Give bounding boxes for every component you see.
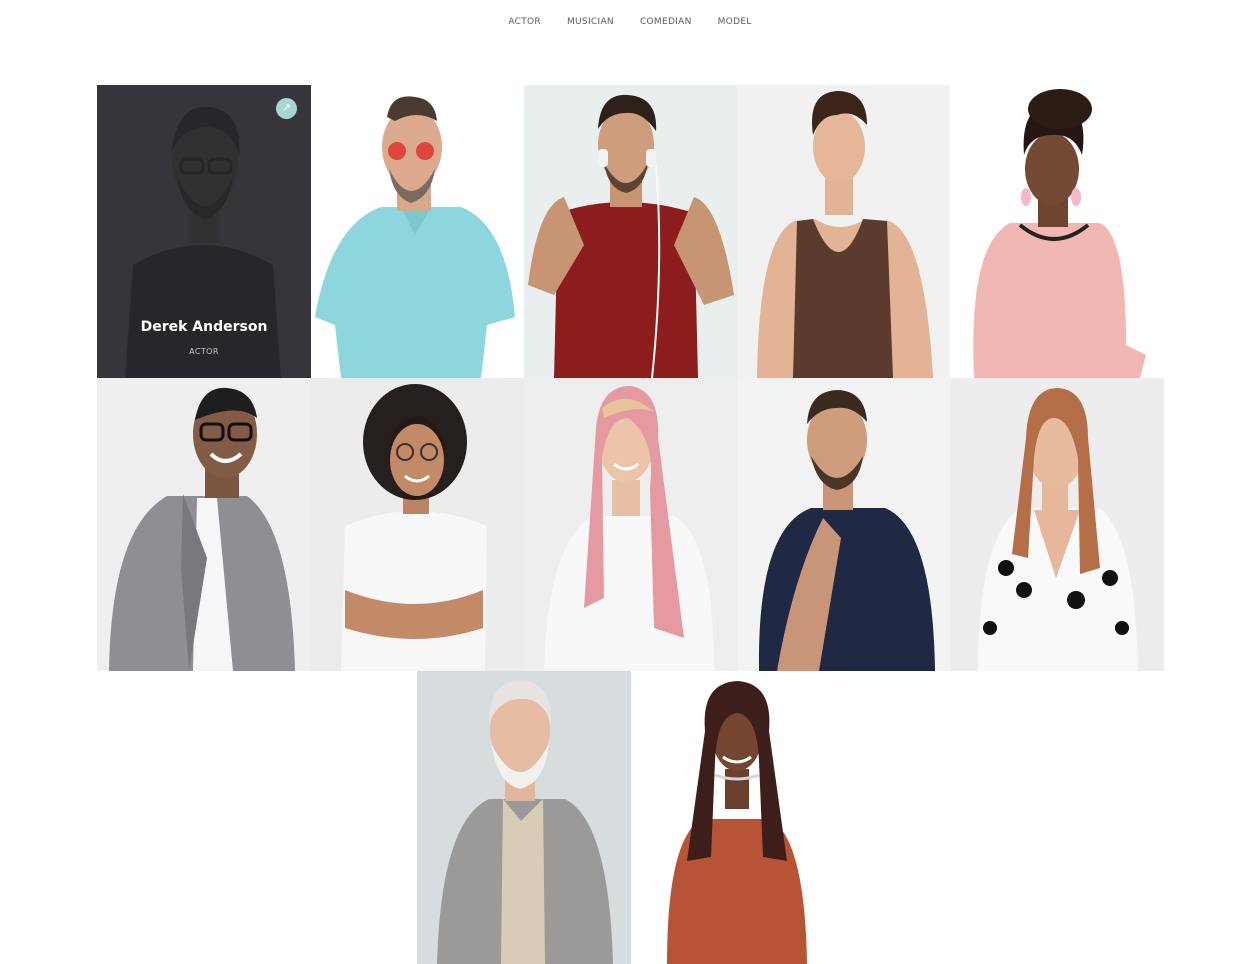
talent-card-5[interactable]: [950, 85, 1164, 378]
talent-card-3[interactable]: [524, 85, 738, 378]
arrow-up-right-icon[interactable]: ↗: [276, 98, 297, 119]
talent-name: Derek Anderson: [140, 319, 268, 335]
talent-card-9[interactable]: [737, 378, 951, 671]
talent-card-6[interactable]: [97, 378, 311, 671]
portrait-photo: [631, 671, 845, 964]
portrait-photo: [737, 85, 951, 378]
portrait-photo: [950, 85, 1164, 378]
portrait-photo: [311, 85, 525, 378]
talent-card-10[interactable]: [950, 378, 1164, 671]
portrait-photo: [737, 378, 951, 671]
talent-card-8[interactable]: [524, 378, 738, 671]
filter-model[interactable]: MODEL: [718, 17, 752, 27]
talent-role: ACTOR: [189, 347, 219, 356]
hover-overlay: ↗ Derek Anderson ACTOR: [97, 85, 311, 378]
portrait-photo: [524, 85, 738, 378]
portrait-photo: [97, 378, 311, 671]
filter-actor[interactable]: ACTOR: [508, 17, 541, 27]
talent-card-4[interactable]: [737, 85, 951, 378]
category-filter-nav: ACTOR MUSICIAN COMEDIAN MODEL: [0, 0, 1260, 44]
portrait-photo: [311, 378, 525, 671]
portrait-photo: [524, 378, 738, 671]
talent-card-11[interactable]: [417, 671, 631, 964]
talent-card-derek-anderson[interactable]: ↗ Derek Anderson ACTOR: [97, 85, 311, 378]
talent-card-7[interactable]: [311, 378, 525, 671]
portrait-photo: [417, 671, 631, 964]
filter-musician[interactable]: MUSICIAN: [567, 17, 614, 27]
filter-comedian[interactable]: COMEDIAN: [640, 17, 692, 27]
talent-card-12[interactable]: [631, 671, 845, 964]
talent-card-2[interactable]: [311, 85, 525, 378]
portrait-photo: [950, 378, 1164, 671]
